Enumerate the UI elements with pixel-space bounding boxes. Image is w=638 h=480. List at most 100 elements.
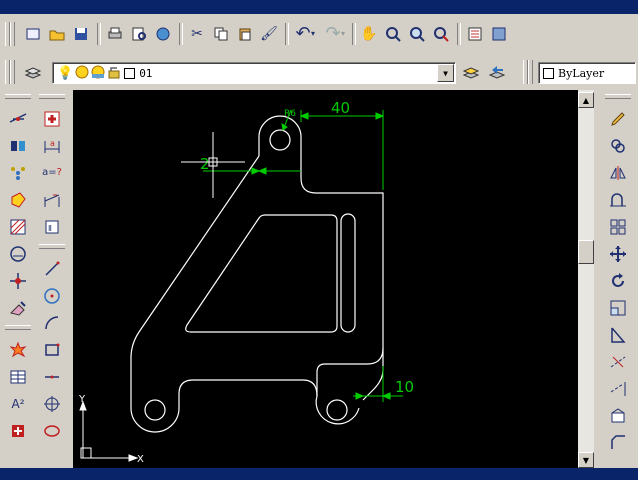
- toolbar-grip[interactable]: [605, 94, 631, 99]
- line-icon[interactable]: [39, 255, 65, 282]
- layer-combo[interactable]: 💡 01 ▼: [52, 62, 456, 84]
- arc-icon[interactable]: [39, 309, 65, 336]
- insert-block-icon[interactable]: [5, 417, 31, 444]
- width-dimension-text: 40: [331, 99, 350, 117]
- ucs-icon: [79, 400, 139, 462]
- publish-icon[interactable]: [152, 23, 174, 45]
- scroll-down-button[interactable]: ▼: [578, 452, 594, 468]
- layer-on-icon[interactable]: 💡: [57, 66, 73, 81]
- save-icon[interactable]: [70, 23, 92, 45]
- mirror-icon[interactable]: [605, 159, 631, 186]
- scroll-up-button[interactable]: ▲: [578, 92, 594, 108]
- new-icon[interactable]: [22, 23, 44, 45]
- offset-icon[interactable]: [605, 186, 631, 213]
- mline-icon[interactable]: [5, 132, 31, 159]
- array-icon[interactable]: [605, 213, 631, 240]
- dimension-texts: R6 40 2 10: [200, 99, 414, 396]
- drawing-view: R6 40 2 10 Y X: [73, 90, 578, 468]
- rectangle-icon[interactable]: [39, 336, 65, 363]
- triangle-cutout: [185, 214, 338, 333]
- break-icon[interactable]: [605, 402, 631, 429]
- explode-icon[interactable]: [5, 336, 31, 363]
- cut-icon[interactable]: ✂: [186, 23, 208, 45]
- hatch-icon[interactable]: [5, 213, 31, 240]
- dimension-style-icon[interactable]: A²: [5, 390, 31, 417]
- toolbar-grip[interactable]: [39, 94, 65, 99]
- pan-realtime-icon[interactable]: ✋: [358, 23, 380, 45]
- layer-viewport-freeze-icon[interactable]: [91, 65, 105, 82]
- toolbar-grip[interactable]: [5, 94, 31, 99]
- redo-dropdown-icon[interactable]: ▾: [338, 23, 348, 45]
- toolbar-grip[interactable]: [39, 244, 65, 249]
- scroll-thumb[interactable]: [578, 240, 594, 264]
- toolbar-separator: [352, 23, 356, 45]
- drawing-canvas[interactable]: R6 40 2 10 Y X: [73, 90, 578, 468]
- move-object-icon[interactable]: [605, 240, 631, 267]
- polyline-icon[interactable]: [39, 363, 65, 390]
- center-mark-icon[interactable]: [39, 390, 65, 417]
- xline-icon[interactable]: [5, 105, 31, 132]
- left-foot-hole: [144, 399, 166, 421]
- spline-icon[interactable]: [5, 159, 31, 186]
- circle-icon[interactable]: [39, 282, 65, 309]
- toolbar-separator: [285, 23, 289, 45]
- slot-cutout: [340, 213, 356, 333]
- extend-icon[interactable]: [605, 375, 631, 402]
- aligned-dimension-icon[interactable]: [39, 186, 65, 213]
- layer-manager-icon[interactable]: [22, 61, 44, 83]
- svg-text:Ⅱ: Ⅱ: [48, 224, 52, 233]
- region-icon[interactable]: [5, 186, 31, 213]
- ellipse-icon[interactable]: [39, 417, 65, 444]
- color-combo[interactable]: ByLayer: [538, 62, 636, 84]
- trim-icon[interactable]: [605, 348, 631, 375]
- open-icon[interactable]: [46, 23, 68, 45]
- linear-dimension-icon[interactable]: a: [39, 132, 65, 159]
- print-icon[interactable]: [104, 23, 126, 45]
- copy-object-icon[interactable]: [605, 132, 631, 159]
- toolbar-separator: [97, 23, 101, 45]
- layer-freeze-icon[interactable]: [75, 65, 89, 82]
- layer-name: 01: [139, 66, 153, 80]
- zoom-previous-icon[interactable]: [430, 23, 452, 45]
- layer-lock-icon[interactable]: [107, 65, 121, 82]
- layer-dropdown-arrow[interactable]: ▼: [437, 64, 454, 82]
- toolbar-grip[interactable]: [10, 60, 15, 84]
- color-value: ByLayer: [558, 66, 605, 80]
- match-properties-icon[interactable]: 🖌: [258, 23, 280, 45]
- vertical-scrollbar[interactable]: ▲ ▼: [578, 90, 594, 468]
- erase-pencil-icon[interactable]: [605, 105, 631, 132]
- design-center-icon[interactable]: [488, 23, 510, 45]
- layer-color-swatch: [124, 67, 136, 79]
- dimension-text-icon[interactable]: Ⅱ: [39, 213, 65, 240]
- stretch-icon[interactable]: [605, 321, 631, 348]
- ucs-y-label: Y: [78, 394, 86, 405]
- scale-icon[interactable]: [605, 294, 631, 321]
- layer-previous-icon[interactable]: [486, 61, 508, 83]
- zoom-realtime-icon[interactable]: [382, 23, 404, 45]
- offset-dimension-text: 2: [200, 155, 210, 173]
- toolbar-grip[interactable]: [5, 325, 31, 330]
- make-current-layer-icon[interactable]: [460, 61, 482, 83]
- zoom-window-icon[interactable]: [406, 23, 428, 45]
- insert-table-icon[interactable]: [5, 363, 31, 390]
- copy-icon[interactable]: [210, 23, 232, 45]
- chamfer-icon[interactable]: [605, 429, 631, 456]
- quick-dimension-icon[interactable]: a=?: [39, 159, 65, 186]
- svg-text:a: a: [50, 139, 55, 148]
- toolbar-separator: [457, 23, 461, 45]
- right-foot-hole: [326, 399, 348, 421]
- paste-icon[interactable]: [234, 23, 256, 45]
- bottom-strip: [0, 468, 638, 480]
- properties-icon[interactable]: [464, 23, 486, 45]
- toolbar-grip[interactable]: [10, 22, 15, 46]
- erase-icon[interactable]: [5, 294, 31, 321]
- color-swatch: [543, 67, 554, 79]
- medical-cross-icon[interactable]: [39, 105, 65, 132]
- move-icon[interactable]: [5, 267, 31, 294]
- toolbar-grip[interactable]: [528, 60, 533, 84]
- draw-toolbar: A²: [3, 90, 33, 444]
- rotate-icon[interactable]: [605, 267, 631, 294]
- boundary-icon[interactable]: [5, 240, 31, 267]
- plot-preview-icon[interactable]: [128, 23, 150, 45]
- undo-dropdown-icon[interactable]: ▾: [308, 23, 318, 45]
